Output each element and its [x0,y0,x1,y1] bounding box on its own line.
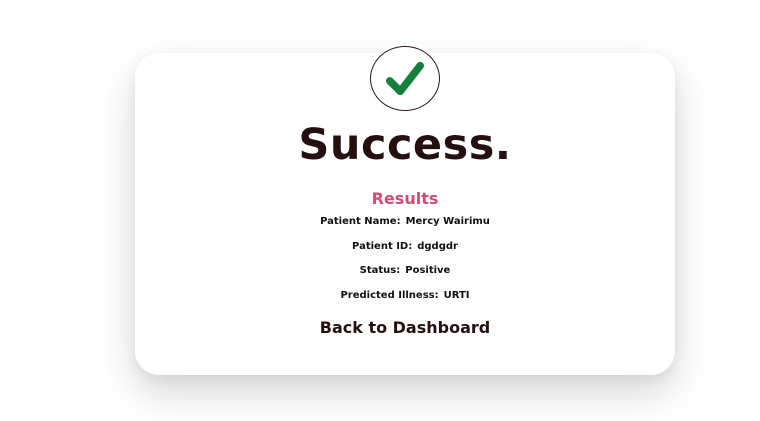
status-row: Status: Positive [135,264,675,278]
status-value: Positive [405,265,451,276]
check-icon [386,61,424,95]
results-heading: Results [371,189,439,208]
patient-id-value: dgdgdr [417,241,458,252]
patient-name-value: Mercy Wairimu [405,216,490,227]
success-title: Success. [298,120,512,170]
patient-name-row: Patient Name: Mercy Wairimu [135,215,675,229]
page: Success. Results Patient Name: Mercy Wair… [0,0,760,421]
predicted-illness-label: Predicted Illness: [340,290,439,301]
patient-name-label: Patient Name: [320,216,401,227]
patient-id-label: Patient ID: [352,241,413,252]
status-label: Status: [359,265,401,276]
predicted-illness-value: URTI [443,290,470,301]
predicted-illness-row: Predicted Illness: URTI [135,289,675,303]
back-to-dashboard-link[interactable]: Back to Dashboard [135,318,675,338]
patient-id-row: Patient ID: dgdgdr [135,240,675,254]
success-badge [370,46,440,111]
